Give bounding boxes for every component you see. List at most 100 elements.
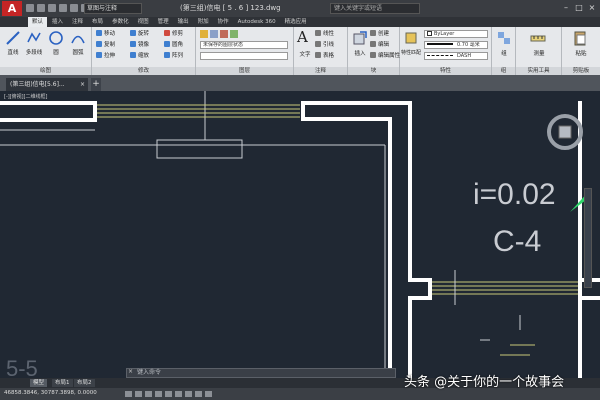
leader-button[interactable]: 引线: [315, 41, 334, 49]
circle-icon[interactable]: [48, 30, 64, 46]
tab-addins[interactable]: 附加: [194, 17, 213, 27]
otrack-icon[interactable]: [175, 391, 182, 397]
measure-icon[interactable]: [530, 30, 546, 46]
table-button[interactable]: 表格: [315, 52, 334, 60]
create-block-button[interactable]: 创建: [370, 30, 389, 38]
linear-dim-button[interactable]: 线性: [315, 30, 334, 38]
polar-icon[interactable]: [155, 391, 162, 397]
ortho-icon[interactable]: [145, 391, 152, 397]
quick-properties-icon[interactable]: [205, 391, 212, 397]
stretch-button[interactable]: 拉伸: [96, 52, 115, 60]
layer-tools: [200, 30, 238, 38]
ribbon: 直线 多段线 圆 圆弧 绘图 移动 旋转 修剪 复制 镜像 圆角 拉伸 缩放 阵…: [0, 27, 600, 75]
layer-lock-icon[interactable]: [220, 30, 228, 38]
command-close-icon[interactable]: ×: [128, 368, 133, 375]
tab-layout[interactable]: 布局: [88, 17, 107, 27]
tab-model[interactable]: 模型: [30, 379, 48, 387]
tab-parametric[interactable]: 参数化: [108, 17, 133, 27]
tab-featured-apps[interactable]: 精选应用: [281, 17, 311, 27]
misc-marks: [454, 270, 521, 341]
viewport-controls[interactable]: [-][俯视][二维线框]: [4, 93, 48, 100]
tab-view[interactable]: 视图: [134, 17, 153, 27]
grid-icon[interactable]: [135, 391, 142, 397]
command-input[interactable]: 键入命令: [126, 368, 396, 378]
group-icon[interactable]: [496, 30, 512, 46]
array-label: 阵列: [172, 53, 184, 59]
paste-icon[interactable]: [572, 30, 588, 46]
tab-annotate[interactable]: 注释: [68, 17, 87, 27]
print-icon[interactable]: [70, 4, 78, 12]
move-button[interactable]: 移动: [96, 30, 115, 38]
color-value: ByLayer: [434, 31, 455, 37]
insert-block-icon[interactable]: [352, 30, 368, 46]
autocad-logo-icon[interactable]: A: [2, 1, 22, 16]
viewcube[interactable]: [547, 114, 583, 150]
save-as-icon[interactable]: [59, 4, 67, 12]
navigation-bar[interactable]: [584, 188, 592, 288]
fillet-button[interactable]: 圆角: [164, 41, 183, 49]
tab-output[interactable]: 输出: [174, 17, 193, 27]
clipboard-panel-label[interactable]: 剪贴板: [562, 67, 600, 75]
ribbon-tab-bar: 默认 插入 注释 布局 参数化 视图 管理 输出 附加 协作 Autodesk …: [0, 17, 600, 27]
properties-panel-label[interactable]: 特性: [400, 67, 491, 75]
arc-icon[interactable]: [70, 30, 86, 46]
mirror-button[interactable]: 镜像: [130, 41, 149, 49]
open-file-icon[interactable]: [37, 4, 45, 12]
table-icon: [315, 52, 321, 58]
modify-panel-label[interactable]: 修改: [92, 67, 195, 75]
linear-label: 线性: [323, 31, 335, 37]
layer-properties-icon[interactable]: [230, 30, 238, 38]
transparency-icon[interactable]: [195, 391, 202, 397]
new-tab-button[interactable]: +: [91, 78, 101, 91]
linetype-dropdown[interactable]: DASH: [424, 52, 488, 60]
tab-default[interactable]: 默认: [28, 17, 48, 27]
trim-button[interactable]: 修剪: [164, 30, 183, 38]
workspace-dropdown[interactable]: 草图与注释: [84, 3, 142, 14]
close-window-icon[interactable]: ×: [586, 2, 598, 14]
color-dropdown[interactable]: ByLayer: [424, 30, 488, 38]
scale-button[interactable]: 缩放: [130, 52, 149, 60]
layer-bulb-icon[interactable]: [200, 30, 208, 38]
tab-collaborate[interactable]: 协作: [214, 17, 233, 27]
array-button[interactable]: 阵列: [164, 52, 183, 60]
new-file-icon[interactable]: [26, 4, 34, 12]
layer-panel-label[interactable]: 图层: [196, 67, 293, 75]
tab-manage[interactable]: 管理: [154, 17, 173, 27]
annotation-panel-label[interactable]: 注释: [294, 67, 347, 75]
tab-layout2[interactable]: 布局2: [74, 379, 95, 387]
file-tab-active[interactable]: (第三组)信电[5.6]... ×: [6, 78, 88, 91]
line-icon[interactable]: [5, 30, 21, 46]
groups-panel-label[interactable]: 组: [492, 67, 515, 75]
text-icon[interactable]: A: [297, 28, 308, 46]
copy-icon: [96, 41, 102, 47]
block-panel-label[interactable]: 块: [348, 67, 399, 75]
save-icon[interactable]: [48, 4, 56, 12]
match-properties-icon[interactable]: [403, 30, 419, 46]
edit-attr-button[interactable]: 编辑属性: [370, 52, 400, 60]
minimize-icon[interactable]: –: [560, 2, 572, 14]
search-input[interactable]: 键入关键字或短语: [330, 3, 420, 14]
snap-icon[interactable]: [125, 391, 132, 397]
polyline-icon[interactable]: [26, 30, 42, 46]
current-layer-dropdown[interactable]: [200, 52, 288, 60]
maximize-icon[interactable]: □: [573, 2, 585, 14]
layer-freeze-icon[interactable]: [210, 30, 218, 38]
clipboard-panel: 粘贴 剪贴板: [562, 27, 600, 75]
utilities-panel-label[interactable]: 实用工具: [516, 67, 561, 75]
coordinates-readout: 46858.3846, 30787.3898, 0.0000: [4, 390, 97, 396]
lineweight-toggle-icon[interactable]: [185, 391, 192, 397]
lineweight-dropdown[interactable]: 0.70 毫米: [424, 41, 488, 49]
layer-state-dropdown[interactable]: 未保存的图层状态: [200, 41, 288, 49]
modify-panel: 移动 旋转 修剪 复制 镜像 圆角 拉伸 缩放 阵列 修改: [92, 27, 196, 75]
tab-autodesk360[interactable]: Autodesk 360: [234, 17, 280, 27]
file-tab-bar: (第三组)信电[5.6]... × +: [0, 75, 600, 91]
draw-panel-label[interactable]: 绘图: [0, 67, 91, 75]
copy-button[interactable]: 复制: [96, 41, 115, 49]
tab-layout1[interactable]: 布局1: [52, 379, 73, 387]
edit-block-button[interactable]: 编辑: [370, 41, 389, 49]
osnap-icon[interactable]: [165, 391, 172, 397]
tab-insert[interactable]: 插入: [48, 17, 67, 27]
rotate-button[interactable]: 旋转: [130, 30, 149, 38]
close-file-icon[interactable]: ×: [80, 78, 85, 91]
stretch-label: 拉伸: [104, 53, 116, 59]
